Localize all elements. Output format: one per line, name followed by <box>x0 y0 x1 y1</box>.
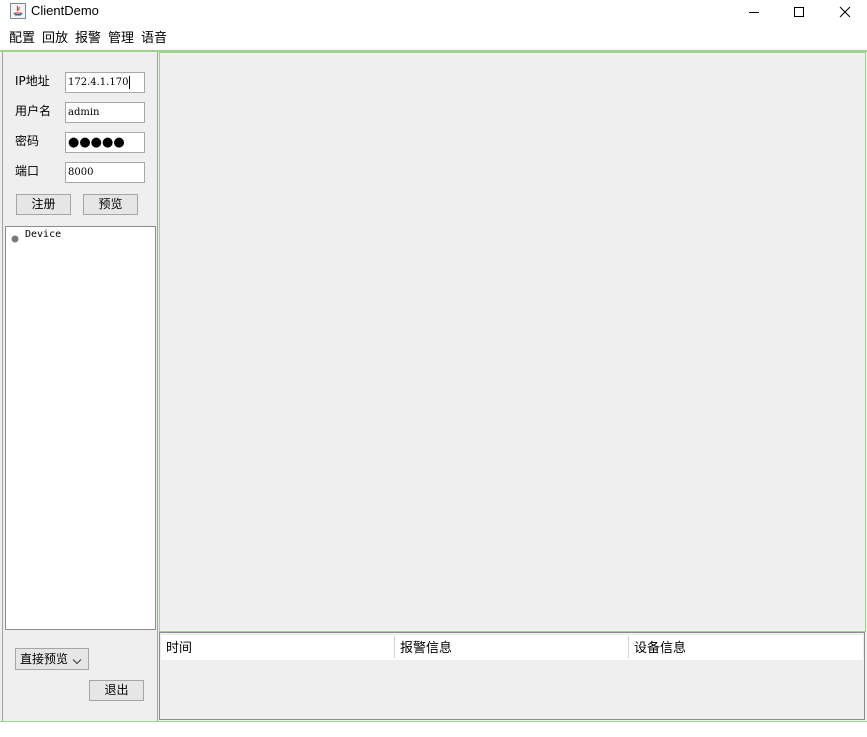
text-caret <box>129 76 131 89</box>
column-header-alarm-info[interactable]: 报警信息 <box>395 635 628 660</box>
port-field[interactable]: 8000 <box>65 162 145 183</box>
preview-mode-value: 直接预览 <box>20 652 69 666</box>
minimize-button[interactable] <box>731 0 776 24</box>
close-icon <box>839 6 850 18</box>
maximize-button[interactable] <box>776 0 821 24</box>
video-preview-pane[interactable] <box>159 52 866 632</box>
menu-config[interactable]: 配置 <box>9 30 35 47</box>
ip-field[interactable]: 172.4.1.170 <box>65 72 145 93</box>
window-title: ClientDemo <box>31 3 99 18</box>
username-label: 用户名 <box>15 104 52 118</box>
menu-manage[interactable]: 管理 <box>108 30 134 47</box>
menu-playback[interactable]: 回放 <box>42 30 68 47</box>
java-app-icon <box>10 3 26 19</box>
maximize-icon <box>793 7 804 17</box>
chevron-down-icon <box>72 655 82 665</box>
tree-node-icon <box>11 232 19 243</box>
register-button[interactable]: 注册 <box>16 194 71 215</box>
window-bottom-edge <box>0 722 867 737</box>
menu-alarm[interactable]: 报警 <box>75 30 101 47</box>
port-label: 端口 <box>15 164 40 178</box>
menu-voice[interactable]: 语音 <box>141 30 167 47</box>
password-field[interactable]: ●●●●● <box>65 132 145 153</box>
minimize-icon <box>748 12 759 13</box>
column-header-device-info[interactable]: 设备信息 <box>629 635 863 660</box>
column-header-time[interactable]: 时间 <box>161 635 394 660</box>
device-tree[interactable]: Device <box>5 226 156 630</box>
password-label: 密码 <box>15 134 40 148</box>
ip-label: IP地址 <box>15 74 50 88</box>
preview-button[interactable]: 预览 <box>83 194 138 215</box>
close-button[interactable] <box>822 0 867 24</box>
username-field[interactable]: admin <box>65 102 145 123</box>
tree-root-device[interactable]: Device <box>25 229 61 240</box>
ip-value: 172.4.1.170 <box>68 77 129 88</box>
exit-button[interactable]: 退出 <box>89 680 144 701</box>
